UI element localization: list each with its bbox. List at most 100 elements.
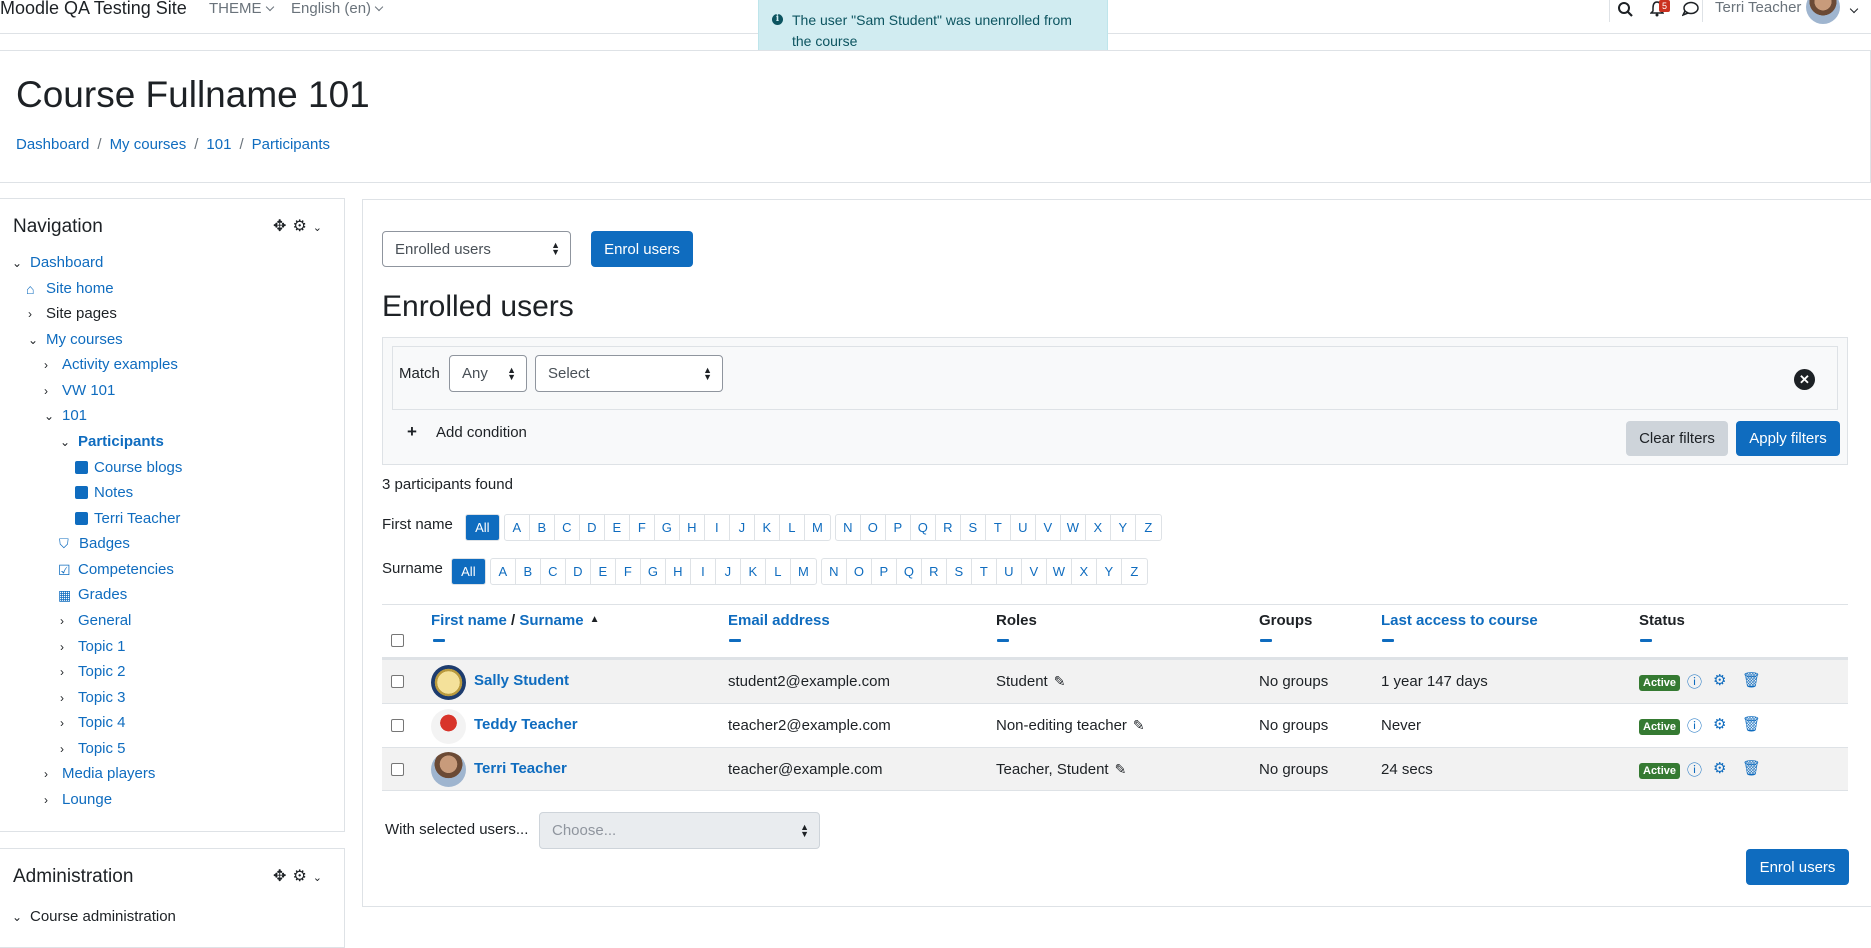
surname-initial-j[interactable]: J [716,559,741,584]
user-name-link[interactable]: Teddy Teacher [474,716,578,733]
gear-icon[interactable]: ⚙ [1713,671,1726,689]
nav-item-vw-101[interactable]: › VW 101 [44,382,115,399]
nav-item-site-pages[interactable]: › Site pages [28,305,117,322]
collapse-column-icon[interactable] [1640,639,1652,642]
gear-icon[interactable]: ⚙ [292,868,312,885]
firstname-initial-j[interactable]: J [730,515,755,540]
info-icon[interactable]: ⓘ [1687,715,1702,736]
firstname-initial-l[interactable]: L [780,515,805,540]
firstname-initial-t[interactable]: T [986,515,1011,540]
firstname-initial-a[interactable]: A [505,515,530,540]
surname-initial-d[interactable]: D [566,559,591,584]
firstname-initial-e[interactable]: E [605,515,630,540]
collapse-column-icon[interactable] [1260,639,1272,642]
firstname-initial-c[interactable]: C [555,515,580,540]
gear-icon[interactable]: ⚙ [1713,715,1726,733]
nav-item-site-home[interactable]: ⌂ Site home [26,280,114,297]
user-name-link[interactable]: Terri Teacher [474,760,567,777]
nav-item-label[interactable]: Competencies [78,561,174,578]
nav-item-101[interactable]: ⌄ 101 [44,407,87,424]
language-menu[interactable]: English (en) [291,0,384,17]
firstname-initial-f[interactable]: F [630,515,655,540]
nav-item-lounge[interactable]: › Lounge [44,791,112,808]
collapse-column-icon[interactable] [1382,639,1394,642]
match-select[interactable]: Any ▲ ▼ [449,355,527,392]
initial-all[interactable]: All [465,515,499,540]
trash-icon[interactable]: 🗑 [1742,759,1761,777]
pencil-icon[interactable]: ✎ [1133,717,1145,734]
surname-initial-l[interactable]: L [766,559,791,584]
firstname-initial-v[interactable]: V [1036,515,1061,540]
nav-item-label[interactable]: Activity examples [62,356,178,373]
firstname-initial-g[interactable]: G [655,515,680,540]
add-condition-button[interactable]: Add condition [436,424,527,441]
sort-surname-link[interactable]: Surname [519,612,583,629]
firstname-initial-s[interactable]: S [961,515,986,540]
gear-icon[interactable]: ⚙ [292,218,312,235]
surname-initial-w[interactable]: W [1047,559,1072,584]
user-name-link[interactable]: Sally Student [474,672,569,689]
row-checkbox[interactable] [391,719,404,732]
trash-icon[interactable]: 🗑 [1742,671,1761,689]
surname-initial-a[interactable]: A [491,559,516,584]
nav-item-label[interactable]: 101 [62,407,87,424]
nav-item-topic-5[interactable]: › Topic 5 [60,740,126,757]
surname-initial-v[interactable]: V [1022,559,1047,584]
breadcrumb-dashboard[interactable]: Dashboard [16,136,89,153]
nav-item-label[interactable]: My courses [46,331,123,348]
nav-item-participants[interactable]: ⌄ Participants [60,433,164,450]
initial-all[interactable]: All [451,559,485,584]
surname-initial-i[interactable]: I [691,559,716,584]
collapse-column-icon[interactable] [997,639,1009,642]
info-icon[interactable]: ⓘ [1687,671,1702,692]
user-menu-name[interactable]: Terri Teacher [1715,0,1801,16]
surname-initial-k[interactable]: K [741,559,766,584]
sort-firstname-link[interactable]: First name [431,612,507,629]
nav-item-competencies[interactable]: ☑ Competencies [58,561,174,578]
info-icon[interactable]: ⓘ [1687,759,1702,780]
plus-icon[interactable]: + [407,422,417,442]
surname-initial-h[interactable]: H [666,559,691,584]
nav-item-my-courses[interactable]: ⌄ My courses [28,331,123,348]
nav-item-label[interactable]: Dashboard [30,254,103,271]
bulk-action-select[interactable]: Choose... ▲ ▼ [539,812,820,849]
firstname-initial-r[interactable]: R [936,515,961,540]
nav-item-dashboard[interactable]: ⌄ Dashboard [12,254,103,271]
nav-item-topic-1[interactable]: › Topic 1 [60,638,126,655]
surname-initial-s[interactable]: S [947,559,972,584]
nav-item-topic-3[interactable]: › Topic 3 [60,689,126,706]
nav-item-label[interactable]: Media players [62,765,155,782]
nav-item-label[interactable]: General [78,612,131,629]
firstname-initial-o[interactable]: O [861,515,886,540]
firstname-initial-u[interactable]: U [1011,515,1036,540]
enrol-users-button[interactable]: Enrol users [591,231,693,267]
chevron-down-icon[interactable]: ⌄ [313,872,328,884]
firstname-initial-x[interactable]: X [1086,515,1111,540]
nav-item-label[interactable]: Course blogs [94,459,182,476]
row-checkbox[interactable] [391,675,404,688]
surname-initial-u[interactable]: U [997,559,1022,584]
pencil-icon[interactable]: ✎ [1054,673,1066,690]
remove-filter-row-icon[interactable]: ✕ [1794,369,1815,390]
breadcrumb-my-courses[interactable]: My courses [110,136,187,153]
firstname-initial-k[interactable]: K [755,515,780,540]
chevron-down-icon[interactable]: ⌄ [313,222,328,234]
column-header-last-access[interactable]: Last access to course [1381,612,1538,629]
nav-item-badges[interactable]: ⛉ Badges [59,535,130,552]
surname-initial-c[interactable]: C [541,559,566,584]
firstname-initial-w[interactable]: W [1061,515,1086,540]
nav-item-media-players[interactable]: › Media players [44,765,155,782]
surname-initial-f[interactable]: F [616,559,641,584]
gear-icon[interactable]: ⚙ [1713,759,1726,777]
row-checkbox[interactable] [391,763,404,776]
collapse-column-icon[interactable] [433,639,445,642]
nav-item-topic-4[interactable]: › Topic 4 [60,714,126,731]
surname-initial-n[interactable]: N [822,559,847,584]
nav-item-notes[interactable]: Notes [75,484,133,501]
surname-initial-b[interactable]: B [516,559,541,584]
block-controls[interactable]: ✥⚙⌄ [273,866,328,886]
theme-menu[interactable]: THEME [209,0,274,17]
nav-item-activity-examples[interactable]: › Activity examples [44,356,178,373]
breadcrumb-participants[interactable]: Participants [252,136,330,153]
nav-item-label[interactable]: Topic 3 [78,689,126,706]
